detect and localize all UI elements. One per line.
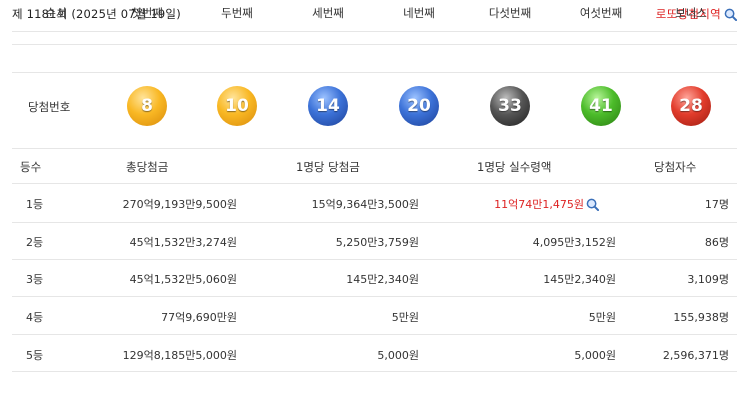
rank-cell: 2등 — [26, 236, 44, 249]
col-header-order: 순서 — [45, 6, 67, 20]
per-person-cell: 5,250만3,759원 — [335, 236, 419, 249]
winners-cell: 86명 — [704, 236, 729, 249]
rank-cell: 4등 — [26, 311, 44, 324]
divider — [12, 259, 737, 260]
divider — [12, 72, 737, 73]
net-cell: 5,000원 — [574, 349, 616, 362]
divider — [12, 222, 737, 223]
divider — [12, 148, 737, 149]
rank-cell: 1등 — [26, 198, 44, 211]
ball-second: 10 — [217, 86, 257, 126]
ball-fifth: 33 — [490, 86, 530, 126]
rank-cell: 3등 — [26, 273, 44, 286]
col-header-bonus: 보너스 — [675, 6, 707, 20]
net-cell: 145만2,340원 — [543, 273, 616, 286]
total-cell: 45억1,532만3,274원 — [129, 236, 237, 249]
per-person-cell: 5만원 — [391, 311, 419, 324]
divider — [12, 334, 737, 335]
divider — [12, 371, 737, 372]
divider — [12, 44, 737, 45]
per-person-cell: 145만2,340원 — [346, 273, 419, 286]
per-person-cell: 15억9,364만3,500원 — [311, 198, 419, 211]
col-header-third: 세번째 — [312, 6, 344, 20]
divider — [12, 296, 737, 297]
net-value: 11억74만1,475원 — [494, 198, 584, 211]
total-cell: 45억1,532만5,060원 — [129, 273, 237, 286]
magnifier-icon[interactable] — [586, 198, 599, 211]
magnifier-icon — [724, 8, 737, 21]
col-header-winners: 당첨자수 — [654, 160, 697, 174]
col-header-net: 1명당 실수령액 — [477, 160, 552, 174]
ball-sixth: 41 — [581, 86, 621, 126]
divider — [12, 31, 737, 32]
col-header-total: 총당첨금 — [126, 160, 169, 174]
net-cell: 4,095만3,152원 — [532, 236, 616, 249]
col-header-sixth: 여섯번째 — [579, 6, 623, 20]
ball-third: 14 — [308, 86, 348, 126]
winning-numbers-label: 당첨번호 — [28, 100, 71, 114]
col-header-per-person: 1명당 당첨금 — [296, 160, 360, 174]
col-header-second: 두번째 — [221, 6, 253, 20]
col-header-first: 첫번째 — [131, 6, 163, 20]
rank-cell: 5등 — [26, 349, 44, 362]
winners-cell: 17명 — [704, 198, 729, 211]
ball-fourth: 20 — [399, 86, 439, 126]
winners-cell: 3,109명 — [687, 273, 729, 286]
col-header-rank: 등수 — [20, 160, 42, 174]
total-cell: 129억8,185만5,000원 — [122, 349, 237, 362]
total-cell: 77억9,690만원 — [161, 311, 237, 324]
ball-bonus: 28 — [671, 86, 711, 126]
per-person-cell: 5,000원 — [377, 349, 419, 362]
col-header-fifth: 다섯번째 — [488, 6, 532, 20]
winners-cell: 155,938명 — [673, 311, 729, 324]
divider — [12, 183, 737, 184]
total-cell: 270억9,193만9,500원 — [122, 198, 237, 211]
net-cell: 11억74만1,475원 — [494, 196, 599, 212]
net-cell: 5만원 — [588, 311, 616, 324]
ball-first: 8 — [127, 86, 167, 126]
col-header-fourth: 네번째 — [403, 6, 435, 20]
winners-cell: 2,596,371명 — [662, 349, 729, 362]
